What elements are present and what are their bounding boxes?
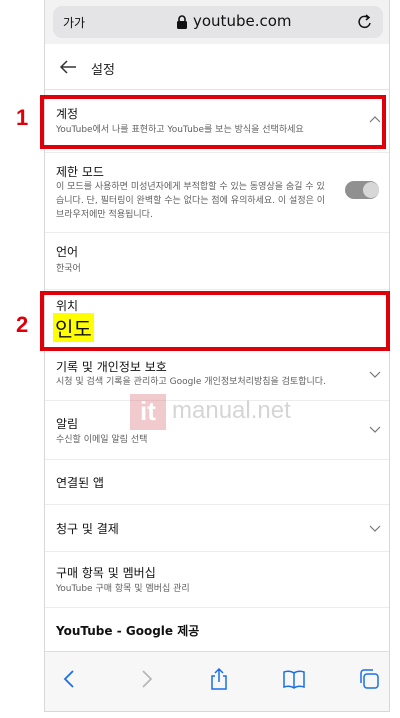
language-title: 언어 [56, 245, 79, 259]
history-subtitle: 시청 및 검색 기록을 관리하고 Google 개인정보처리방침을 검토합니다. [56, 377, 326, 387]
reload-icon[interactable] [357, 13, 373, 31]
watermark-text: manual.net [172, 397, 291, 424]
settings-header: 설정 [45, 44, 389, 90]
restricted-mode-title: 제한 모드 [56, 165, 104, 179]
annotation-number-1: 1 [16, 105, 29, 130]
chevron-down-icon[interactable] [369, 371, 381, 379]
chevron-down-icon[interactable] [369, 426, 381, 434]
language-value: 한국어 [56, 264, 81, 274]
billing-title: 청구 및 결제 [56, 522, 119, 536]
bookmarks-icon[interactable] [283, 668, 305, 690]
restricted-mode-desc-line2: 습니다. 단, 필터링이 완벽할 수는 없다는 점에 유의하세요. 이 설정은 … [56, 196, 326, 206]
toggle-knob [363, 182, 379, 198]
chevron-down-icon[interactable] [369, 525, 381, 533]
restricted-mode-toggle[interactable] [345, 181, 379, 199]
annotation-box-1 [40, 95, 386, 149]
settings-item-language[interactable]: 언어 한국어 [45, 233, 389, 290]
tabs-icon[interactable] [358, 668, 380, 690]
settings-item-billing[interactable]: 청구 및 결제 [45, 505, 389, 552]
share-icon[interactable] [208, 668, 230, 690]
page-title: 설정 [91, 63, 115, 78]
lock-icon [177, 15, 187, 29]
watermark-logo: it [130, 394, 166, 430]
url-text[interactable]: youtube.com [193, 12, 292, 30]
text-size-button[interactable]: 가가 [63, 14, 85, 31]
notifications-subtitle: 수신할 이메일 알림 선택 [56, 435, 148, 445]
annotation-box-2 [40, 291, 390, 351]
notifications-title: 알림 [56, 417, 79, 431]
connected-apps-title: 연결된 앱 [56, 476, 104, 490]
browser-bottom-toolbar [45, 651, 389, 711]
settings-item-youtube-google[interactable]: YouTube - Google 제공 [45, 608, 389, 651]
address-bar[interactable]: 가가 youtube.com [53, 6, 383, 38]
browser-top-bar: 가가 youtube.com [45, 0, 389, 44]
forward-icon[interactable] [135, 668, 157, 690]
back-icon[interactable] [59, 668, 81, 690]
purchases-title: 구매 항목 및 멤버십 [56, 566, 156, 580]
settings-item-purchases[interactable]: 구매 항목 및 멤버십 YouTube 구매 항목 및 멤버십 관리 [45, 552, 389, 608]
back-arrow-icon[interactable] [59, 58, 77, 76]
purchases-subtitle: YouTube 구매 항목 및 멤버십 관리 [56, 584, 190, 594]
watermark: it manual.net [130, 394, 300, 430]
youtube-google-title: YouTube - Google 제공 [56, 624, 200, 638]
settings-item-connected-apps[interactable]: 연결된 앱 [45, 460, 389, 505]
settings-list: 계정 YouTube에서 나를 표현하고 YouTube를 보는 방식을 선택하… [45, 91, 389, 651]
history-title: 기록 및 개인정보 보호 [56, 360, 167, 374]
annotation-number-2: 2 [16, 312, 29, 337]
settings-item-restricted-mode[interactable]: 제한 모드 이 모드를 사용하면 미성년자에게 부적합할 수 있는 동영상을 숨… [45, 153, 389, 233]
restricted-mode-desc-line1: 이 모드를 사용하면 미성년자에게 부적합할 수 있는 동영상을 숨길 수 있 [56, 182, 325, 192]
restricted-mode-desc-line3: 브라우저에만 적용됩니다. [56, 210, 153, 220]
